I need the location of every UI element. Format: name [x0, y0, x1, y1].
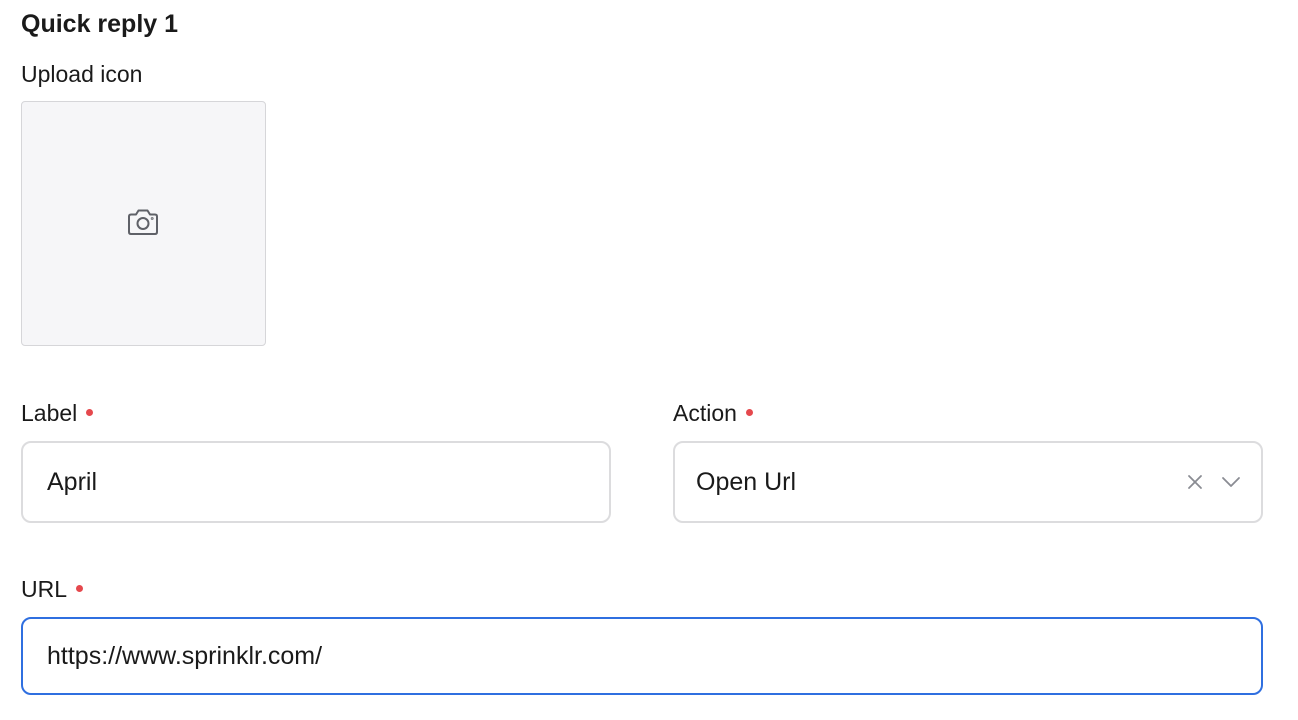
- action-field-label-text: Action: [673, 400, 737, 426]
- action-select-controls: [1185, 472, 1241, 492]
- action-select[interactable]: Open Url: [673, 441, 1263, 523]
- label-field-label: Label: [21, 398, 94, 428]
- url-field-label: URL: [21, 574, 84, 604]
- action-field-label: Action: [673, 398, 753, 428]
- required-indicator: [76, 585, 84, 593]
- label-input[interactable]: [21, 441, 611, 523]
- url-input[interactable]: [21, 617, 1263, 695]
- url-field-label-text: URL: [21, 576, 68, 602]
- required-indicator: [86, 409, 94, 417]
- label-field-label-text: Label: [21, 400, 78, 426]
- close-icon[interactable]: [1185, 472, 1205, 492]
- upload-icon-label-text: Upload icon: [21, 61, 143, 87]
- action-select-value: Open Url: [696, 467, 797, 496]
- upload-icon-dropzone[interactable]: [21, 101, 266, 346]
- required-indicator: [745, 409, 753, 417]
- chevron-down-icon[interactable]: [1221, 472, 1241, 492]
- section-title: Quick reply 1: [21, 10, 179, 38]
- upload-icon-label: Upload icon: [21, 59, 142, 89]
- camera-icon: [126, 207, 160, 237]
